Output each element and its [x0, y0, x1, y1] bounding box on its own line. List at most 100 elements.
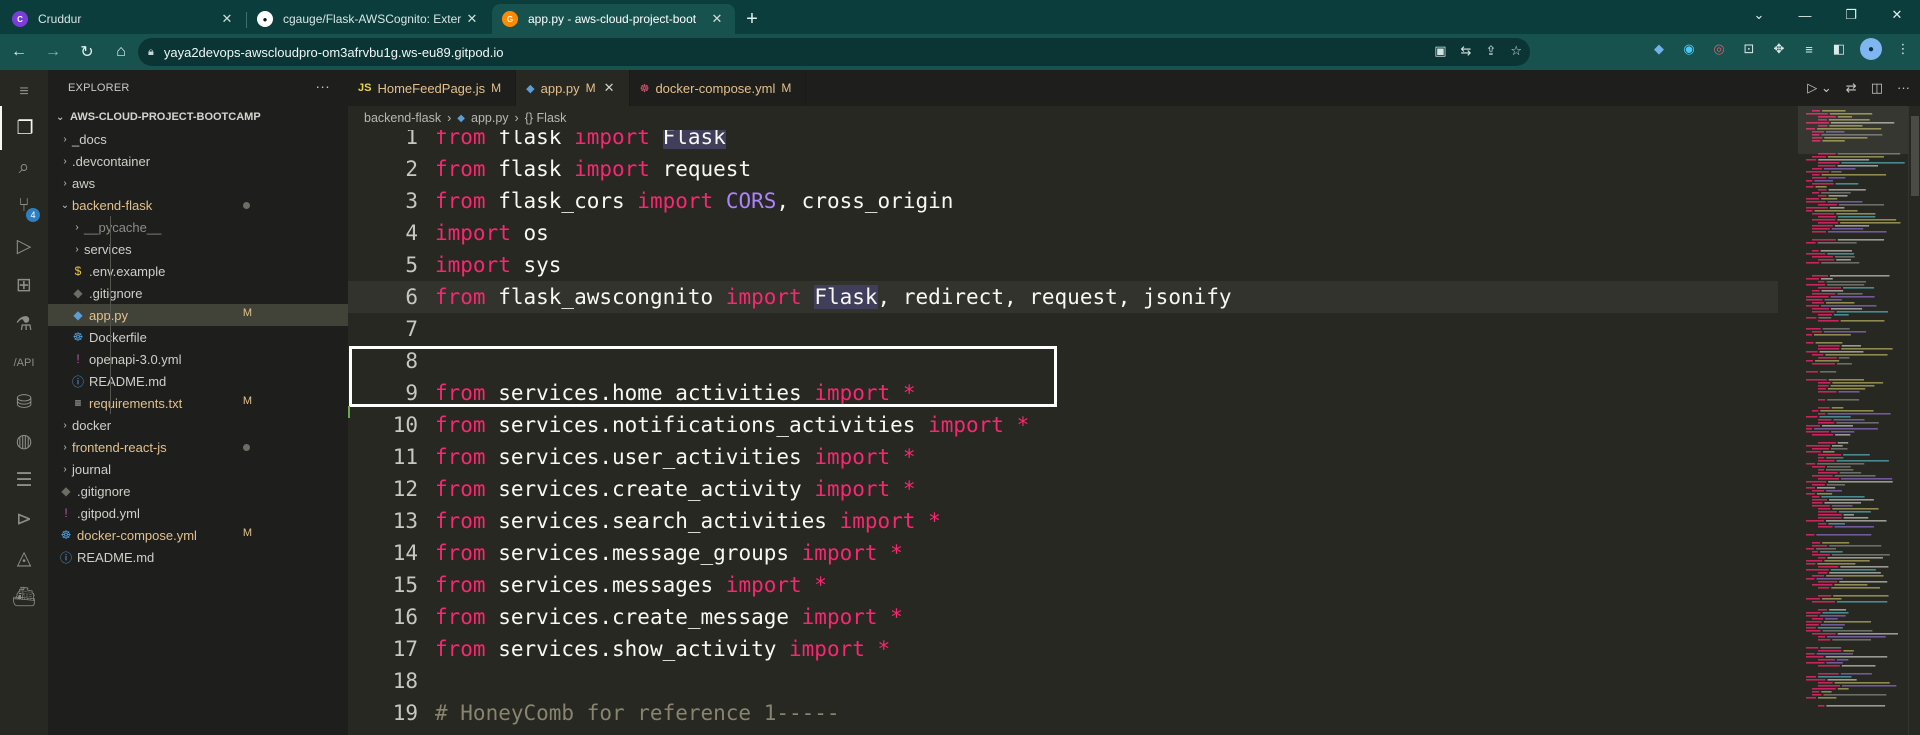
- tree-folder-row[interactable]: › journal: [48, 458, 348, 480]
- bookmark-star-icon[interactable]: ☆: [1510, 43, 1522, 59]
- restore-icon[interactable]: ❐: [1828, 0, 1874, 30]
- code-view[interactable]: 19 # HoneyComb for reference 1----- 18 17 fr…: [348, 130, 1778, 735]
- close-tab-icon[interactable]: ✕: [709, 11, 725, 27]
- minimap-mark: [1840, 320, 1885, 322]
- code-line[interactable]: 3 from flask_cors import CORS, cross_orig…: [348, 185, 1778, 217]
- code-line[interactable]: 11 from services.user_activities import *: [348, 441, 1778, 473]
- tree-file-row[interactable]: $ .env.example: [48, 260, 348, 282]
- terminal-icon[interactable]: ⊳: [0, 497, 48, 541]
- code-line[interactable]: 2 from flask import request: [348, 153, 1778, 185]
- tree-folder-row[interactable]: › aws: [48, 172, 348, 194]
- scrollbar-thumb[interactable]: [1911, 116, 1919, 196]
- database-icon[interactable]: ⛁: [0, 380, 48, 424]
- source-control-icon[interactable]: ⑂ 4: [0, 184, 48, 228]
- editor-tab-docker-compose[interactable]: ☸ docker-compose.yml M: [630, 70, 807, 106]
- tree-folder-row[interactable]: ⌄ backend-flask: [48, 194, 348, 216]
- new-tab-button[interactable]: +: [735, 4, 769, 34]
- address-bar[interactable]: 🔒︎ yaya2devops-awscloudpro-om3afrvbu1g.w…: [138, 38, 1530, 66]
- explorer-icon[interactable]: ❐: [0, 106, 48, 150]
- code-line[interactable]: 6 from flask_awscongnito import Flask, re…: [348, 281, 1778, 313]
- tree-file-row[interactable]: ◆ app.py M: [48, 304, 348, 326]
- more-actions-icon[interactable]: ···: [315, 78, 330, 94]
- code-line[interactable]: 19 # HoneyComb for reference 1-----: [348, 697, 1778, 729]
- minimap-viewport[interactable]: [1798, 106, 1908, 154]
- code-line[interactable]: 17 from services.show_activity import *: [348, 633, 1778, 665]
- tree-file-row[interactable]: ◆ .gitignore: [48, 480, 348, 502]
- code-line[interactable]: 15 from services.messages import *: [348, 569, 1778, 601]
- minimap[interactable]: [1798, 106, 1908, 735]
- breadcrumb-file[interactable]: app.py: [471, 111, 509, 125]
- run-icon[interactable]: ▷ ⌄: [1807, 80, 1832, 96]
- tree-folder-row[interactable]: › .devcontainer: [48, 150, 348, 172]
- minimize-icon[interactable]: —: [1782, 0, 1828, 30]
- profile-avatar-icon[interactable]: ●: [1860, 38, 1882, 60]
- tree-file-row[interactable]: ! .gitpod.yml: [48, 502, 348, 524]
- tab-search-icon[interactable]: ⌄: [1736, 0, 1782, 30]
- share-icon[interactable]: ⇪: [1485, 43, 1496, 59]
- git-compare-icon[interactable]: ⇄: [1846, 80, 1857, 96]
- translate-icon[interactable]: ⇆: [1461, 43, 1472, 59]
- browser-tab-github[interactable]: ● cgauge/Flask-AWSCognito: Exter ✕: [247, 4, 490, 34]
- code-line[interactable]: 4 import os: [348, 217, 1778, 249]
- cast-icon[interactable]: ▣: [1434, 43, 1446, 59]
- editor-tab-app-py[interactable]: ◆ app.py M ✕: [516, 70, 630, 106]
- home-icon[interactable]: ⌂: [106, 38, 136, 66]
- close-tab-icon[interactable]: ✕: [464, 11, 480, 27]
- tree-file-row[interactable]: ≡ requirements.txt M: [48, 392, 348, 414]
- extension-icon[interactable]: ◎: [1710, 40, 1728, 58]
- code-line[interactable]: 14 from services.message_groups import *: [348, 537, 1778, 569]
- puzzle-extensions-icon[interactable]: ✥: [1770, 40, 1788, 58]
- tree-file-row[interactable]: ◆ .gitignore: [48, 282, 348, 304]
- project-root[interactable]: ⌄ AWS-CLOUD-PROJECT-BOOTCAMP: [48, 106, 348, 128]
- code-line[interactable]: 13 from services.search_activities import…: [348, 505, 1778, 537]
- tree-folder-row[interactable]: › _docs: [48, 128, 348, 150]
- code-line[interactable]: 12 from services.create_activity import *: [348, 473, 1778, 505]
- tree-file-row[interactable]: ⓘ README.md: [48, 370, 348, 392]
- code-line[interactable]: 8: [348, 345, 1778, 377]
- docker-icon[interactable]: ⛴: [0, 575, 48, 619]
- code-line[interactable]: 5 import sys: [348, 249, 1778, 281]
- code-line[interactable]: 1 from flask import Flask: [348, 130, 1778, 153]
- code-line[interactable]: 10 from services.notifications_activities…: [348, 409, 1778, 441]
- stack-icon[interactable]: ☰: [0, 458, 48, 502]
- code-line[interactable]: 18: [348, 665, 1778, 697]
- breadcrumb-symbol[interactable]: {} Flask: [525, 111, 567, 125]
- lock-icon[interactable]: 🔒︎: [148, 46, 154, 59]
- github-icon[interactable]: ◍: [0, 419, 48, 463]
- extension-icon[interactable]: ◆: [1650, 40, 1668, 58]
- tree-file-row[interactable]: ⓘ README.md: [48, 546, 348, 568]
- code-line[interactable]: 7: [348, 313, 1778, 345]
- run-debug-icon[interactable]: ▷: [0, 224, 48, 268]
- tree-folder-row[interactable]: › frontend-react-js: [48, 436, 348, 458]
- close-tab-icon[interactable]: ✕: [219, 11, 235, 27]
- close-editor-icon[interactable]: ✕: [604, 80, 615, 96]
- extensions-icon[interactable]: ⊞: [0, 263, 48, 307]
- more-actions-icon[interactable]: ···: [1897, 80, 1910, 96]
- testing-icon[interactable]: ⚗: [0, 302, 48, 346]
- tree-folder-row[interactable]: › docker: [48, 414, 348, 436]
- code-line[interactable]: 16 from services.create_message import *: [348, 601, 1778, 633]
- tree-folder-row[interactable]: › services: [48, 238, 348, 260]
- close-window-icon[interactable]: ✕: [1874, 0, 1920, 30]
- api-icon[interactable]: /API: [0, 341, 48, 385]
- tree-file-row[interactable]: ! openapi-3.0.yml: [48, 348, 348, 370]
- forward-icon[interactable]: →: [38, 38, 68, 66]
- back-icon[interactable]: ←: [4, 38, 34, 66]
- browser-tab-cruddur[interactable]: C Cruddur ✕: [2, 4, 247, 34]
- code-line[interactable]: 9 from services.home_activities import *: [348, 377, 1778, 409]
- azure-icon[interactable]: ◬: [0, 536, 48, 580]
- browser-tab-app-py[interactable]: G app.py - aws-cloud-project-boot ✕: [492, 4, 735, 34]
- extension-icon[interactable]: ◉: [1680, 40, 1698, 58]
- tree-file-row[interactable]: ☸ Dockerfile: [48, 326, 348, 348]
- side-panel-icon[interactable]: ◧: [1830, 40, 1848, 58]
- reload-icon[interactable]: ↻: [72, 38, 102, 66]
- split-editor-icon[interactable]: ◫: [1871, 80, 1883, 96]
- reading-list-icon[interactable]: ≡: [1800, 40, 1818, 58]
- vertical-scrollbar[interactable]: [1908, 106, 1920, 735]
- chrome-menu-icon[interactable]: ⋮: [1894, 40, 1912, 58]
- editor-tab-homefeedpage[interactable]: JS HomeFeedPage.js M: [348, 70, 517, 106]
- tree-file-row[interactable]: ☸ docker-compose.yml M: [48, 524, 348, 546]
- tree-folder-row[interactable]: › __pycache__: [48, 216, 348, 238]
- extension-icon[interactable]: ⊡: [1740, 40, 1758, 58]
- breadcrumb-folder[interactable]: backend-flask: [364, 111, 441, 125]
